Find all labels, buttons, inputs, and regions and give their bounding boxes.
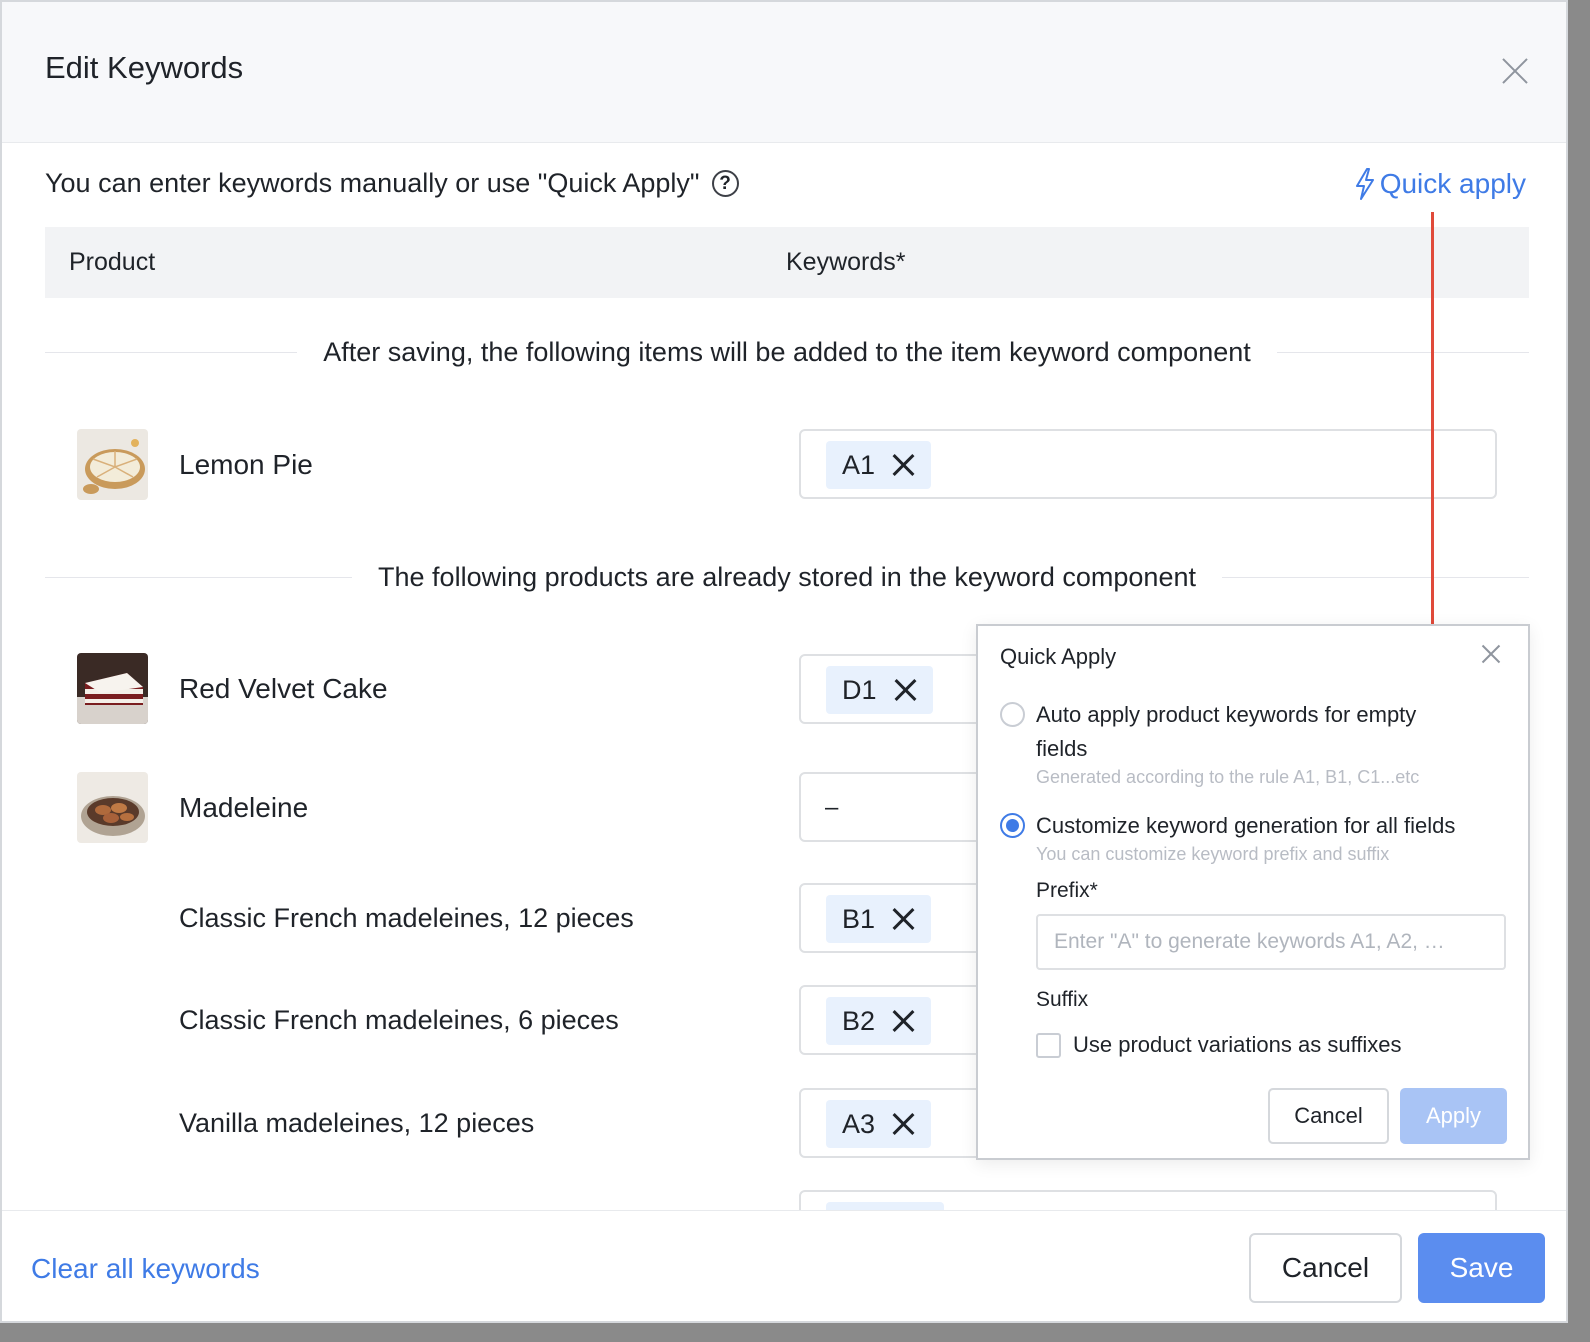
- popover-apply-button[interactable]: Apply: [1400, 1088, 1507, 1144]
- quick-apply-popover: Quick Apply Auto apply product keywords …: [976, 624, 1530, 1160]
- madeleine-thumbnail: [77, 772, 148, 843]
- product-name-madeleine: Madeleine: [179, 792, 309, 823]
- product-name-red-velvet-cake: Red Velvet Cake: [179, 673, 388, 704]
- dialog-header: Edit Keywords: [2, 2, 1566, 143]
- annotation-arrow-line: [1431, 212, 1434, 662]
- section-divider-new: After saving, the following items will b…: [45, 332, 1530, 372]
- suffix-label: Suffix: [1036, 988, 1089, 1011]
- suffix-checkbox[interactable]: [1036, 1033, 1061, 1058]
- keyword-input-lemon-pie[interactable]: A1: [799, 429, 1497, 499]
- keyword-tag-label: B1: [842, 903, 876, 934]
- intro-label: You can enter keywords manually or use "…: [45, 168, 700, 198]
- prefix-input[interactable]: [1036, 914, 1506, 970]
- red-velvet-cake-thumbnail: [77, 653, 148, 724]
- quick-apply-link[interactable]: Quick apply: [1354, 168, 1526, 200]
- save-button[interactable]: Save: [1418, 1233, 1545, 1303]
- section-title-existing: The following products are already store…: [378, 561, 1196, 592]
- lightning-icon: [1355, 168, 1374, 200]
- variant-name: Classic French madeleines, 6 pieces: [179, 1005, 619, 1035]
- keyword-tag-label: A1: [842, 449, 876, 480]
- dialog-title: Edit Keywords: [45, 50, 244, 85]
- suffix-checkbox-label[interactable]: Use product variations as suffixes: [1073, 1032, 1402, 1058]
- lemon-pie-thumbnail: [77, 429, 148, 500]
- intro-text: You can enter keywords manually or use "…: [45, 168, 739, 199]
- remove-tag-icon[interactable]: [891, 1009, 915, 1033]
- column-header-product: Product: [69, 248, 156, 276]
- option-custom-hint: You can customize keyword prefix and suf…: [1036, 844, 1390, 864]
- remove-tag-icon[interactable]: [893, 678, 917, 702]
- radio-auto-apply[interactable]: [1000, 702, 1025, 727]
- product-name-lemon-pie: Lemon Pie: [179, 449, 313, 480]
- popover-close-icon[interactable]: [1481, 644, 1501, 664]
- keyword-tag: B2: [826, 997, 932, 1045]
- table-header: Product Keywords*: [45, 227, 1529, 298]
- variant-name: Classic French madeleines, 12 pieces: [179, 903, 634, 933]
- popover-title: Quick Apply: [1000, 644, 1117, 669]
- help-icon[interactable]: ?: [711, 170, 739, 197]
- column-header-keywords: Keywords*: [786, 248, 906, 276]
- keyword-tag-label: B2: [842, 1005, 876, 1036]
- section-title-new: After saving, the following items will b…: [323, 336, 1251, 367]
- keyword-tag: A3: [826, 1100, 932, 1148]
- cancel-button[interactable]: Cancel: [1249, 1233, 1402, 1303]
- dialog-footer: Clear all keywords Cancel Save: [2, 1210, 1566, 1321]
- keyword-tag: D1: [826, 666, 933, 714]
- remove-tag-icon[interactable]: [891, 1112, 915, 1136]
- remove-tag-icon[interactable]: [891, 453, 915, 477]
- quick-apply-label: Quick apply: [1379, 168, 1526, 199]
- keyword-tag: A1: [826, 441, 932, 489]
- empty-keyword-dash: –: [825, 794, 839, 821]
- close-icon[interactable]: [1500, 56, 1530, 86]
- remove-tag-icon[interactable]: [891, 907, 915, 931]
- option-auto-hint: Generated according to the rule A1, B1, …: [1036, 767, 1420, 787]
- radio-customize[interactable]: [1000, 813, 1025, 838]
- popover-cancel-button[interactable]: Cancel: [1268, 1088, 1389, 1144]
- edit-keywords-dialog: Edit Keywords You can enter keywords man…: [0, 0, 1568, 1323]
- keyword-tag-label: A3: [842, 1108, 876, 1139]
- prefix-label: Prefix*: [1036, 879, 1098, 902]
- option-custom-label[interactable]: Customize keyword generation for all fie…: [1036, 809, 1455, 843]
- variant-name: Vanilla madeleines, 12 pieces: [179, 1108, 535, 1138]
- clear-all-keywords-link[interactable]: Clear all keywords: [31, 1253, 260, 1285]
- keyword-tag: B1: [826, 895, 932, 943]
- keyword-tag-label: D1: [842, 674, 877, 705]
- section-divider-existing: The following products are already store…: [45, 557, 1530, 597]
- option-auto-label[interactable]: Auto apply product keywords for empty fi…: [1036, 698, 1456, 766]
